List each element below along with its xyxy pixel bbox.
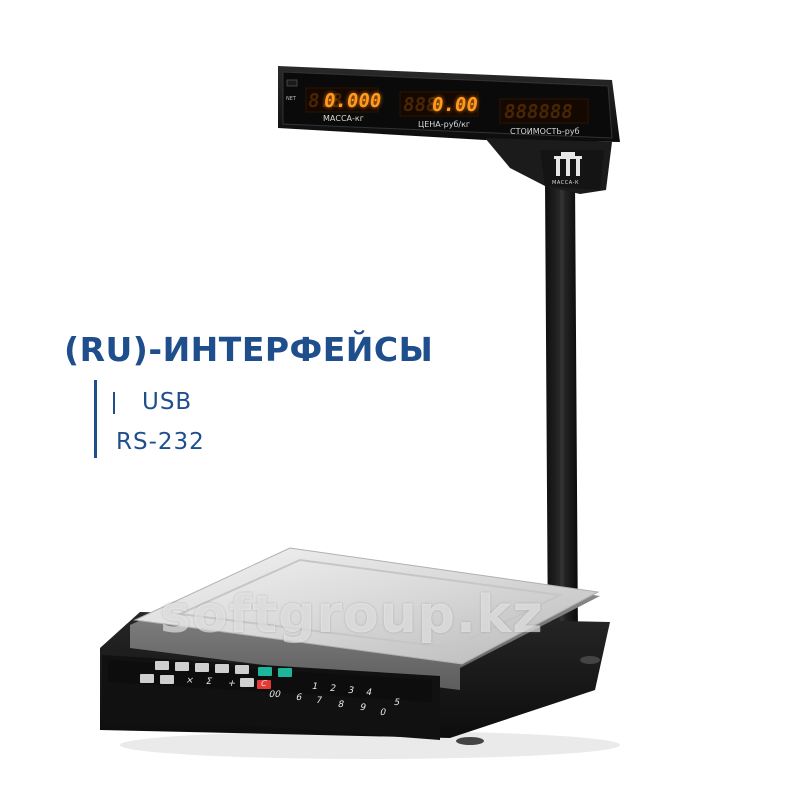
cost-ghost-digits: 888888 bbox=[502, 101, 575, 123]
product-photo: NET 8.8 0.000 МАССА-кг 888 0.00 ЦЕНА-руб… bbox=[0, 0, 800, 800]
headline: (RU)-ИНТЕРФЕЙСЫ bbox=[64, 330, 434, 369]
mass-readout: 0.000 bbox=[322, 90, 383, 112]
cost-label: СТОИМОСТЬ-руб bbox=[510, 127, 580, 136]
interfaces-divider bbox=[94, 380, 97, 458]
net-indicator: NET bbox=[286, 96, 296, 102]
mass-label: МАССА-кг bbox=[323, 114, 364, 123]
brand-name: МАССА-К bbox=[552, 180, 579, 186]
price-readout: 0.00 bbox=[430, 94, 480, 116]
interface-rs232: RS-232 bbox=[116, 429, 205, 455]
interface-usb: USB bbox=[112, 389, 192, 415]
price-label: ЦЕНА-руб/кг bbox=[418, 120, 471, 129]
